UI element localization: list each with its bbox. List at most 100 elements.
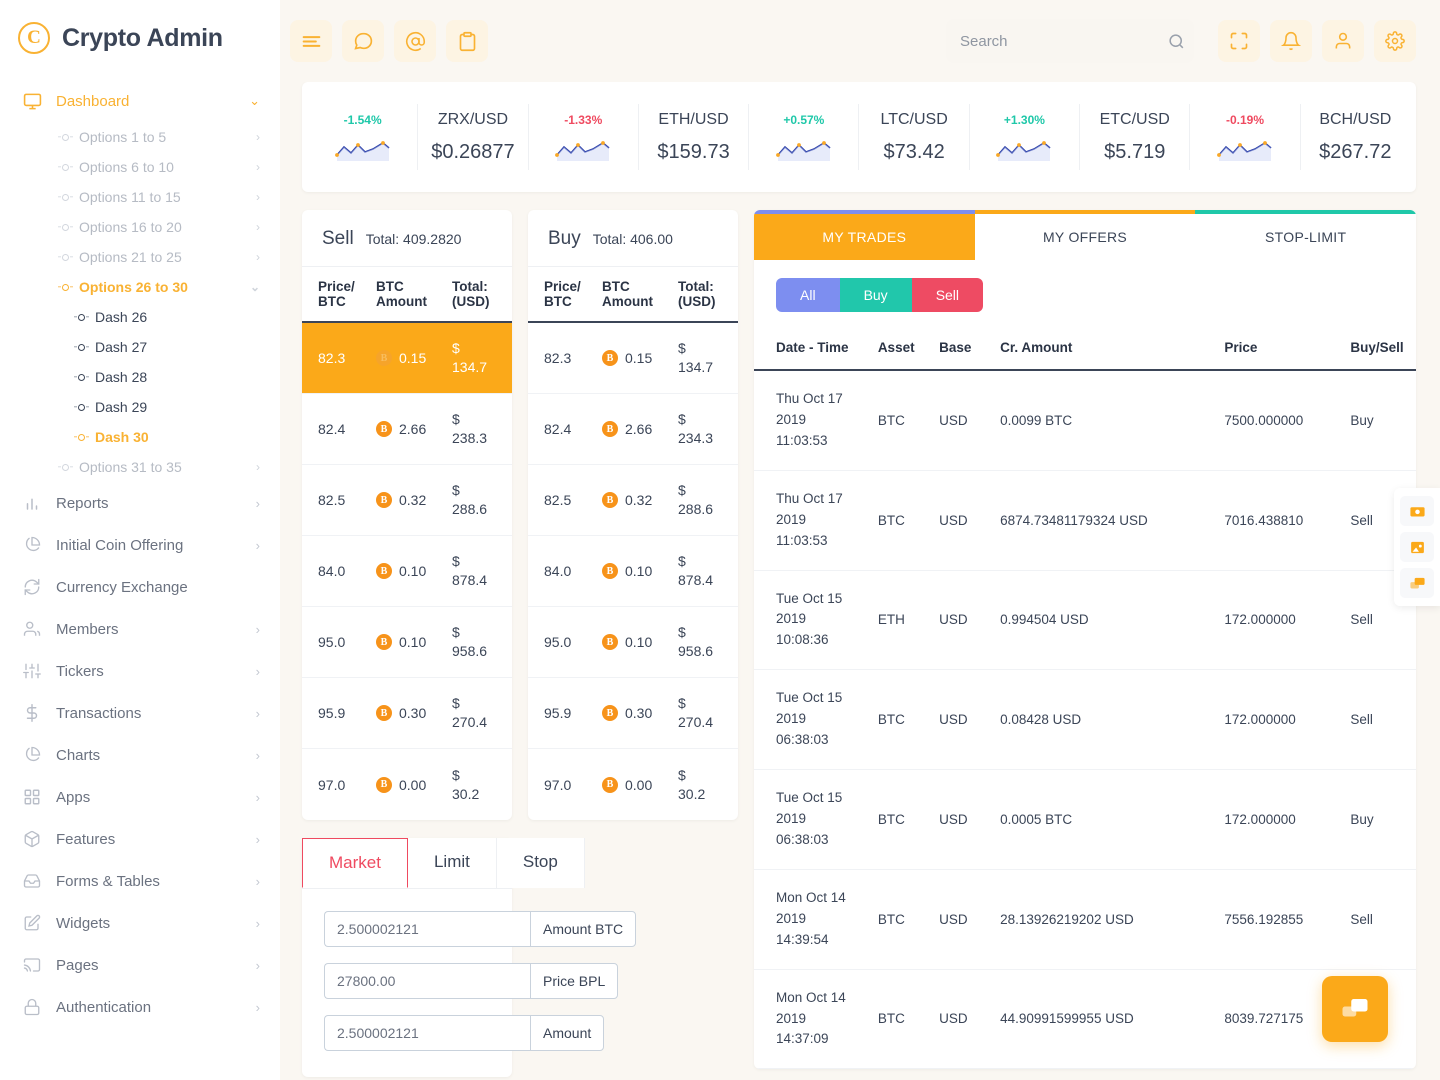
filter-button-buy[interactable]: Buy [839, 278, 912, 312]
chat-fab-button[interactable] [1322, 976, 1388, 1042]
bell-icon[interactable] [1270, 20, 1312, 62]
sidebar-item-options-1[interactable]: Options 1 to 5 › [0, 122, 280, 152]
sidebar-item-apps[interactable]: Apps › [0, 776, 280, 818]
sidebar-item-reports[interactable]: Reports › [0, 482, 280, 524]
trades-tab-my-offers[interactable]: MY OFFERS [975, 214, 1196, 260]
sidebar-item-dash-27[interactable]: Dash 27 [0, 332, 280, 362]
orderbook-row[interactable]: 82.4 B 2.66 $234.3 [528, 394, 738, 465]
trades-table-body: Thu Oct 17 2019 11:03:53 BTC USD 0.0099 BTC 75… [754, 370, 1416, 1070]
sidebar-item-dash-28[interactable]: Dash 28 [0, 362, 280, 392]
orderbook-row[interactable]: 95.9 B 0.30 $270.4 [528, 678, 738, 749]
search-icon[interactable] [1167, 32, 1186, 51]
table-row[interactable]: Thu Oct 17 2019 11:03:53 BTC USD 0.0099 BTC 75… [754, 370, 1416, 471]
bullet-icon [62, 253, 69, 261]
sidebar-item-pages[interactable]: Pages › [0, 944, 280, 986]
order-tab-limit[interactable]: Limit [407, 838, 497, 888]
ticker-percent: +1.30% [1003, 113, 1045, 127]
brand[interactable]: C Crypto Admin [0, 0, 280, 72]
table-row[interactable]: Tue Oct 15 2019 06:38:03 BTC USD 0.0005 BTC 17… [754, 769, 1416, 870]
filter-button-all[interactable]: All [776, 278, 840, 312]
sidebar-item-authentication[interactable]: Authentication › [0, 986, 280, 1028]
sidebar-item-options-26-30[interactable]: Options 26 to 30 ⌄ [0, 272, 280, 302]
sidebar-item-initial-coin-offering[interactable]: Initial Coin Offering › [0, 524, 280, 566]
trades-tab-my-trades[interactable]: MY TRADES [754, 214, 975, 260]
table-row[interactable]: Mon Oct 14 2019 14:39:54 BTC USD 28.139262192… [754, 869, 1416, 970]
sparkline-icon [1217, 141, 1272, 161]
order-input-1[interactable] [324, 963, 530, 999]
orderbook-row[interactable]: 82.5 B 0.32 $288.6 [302, 465, 512, 536]
sidebar-item-dash-29[interactable]: Dash 29 [0, 392, 280, 422]
orderbook-row[interactable]: 82.5 B 0.32 $288.6 [528, 465, 738, 536]
camera-icon[interactable] [1400, 496, 1434, 526]
table-row[interactable]: Tue Oct 15 2019 06:38:03 BTC USD 0.08428 USD 1… [754, 669, 1416, 771]
cell-amount: 0.08428 USD [994, 669, 1219, 771]
fullscreen-icon[interactable] [1218, 20, 1260, 62]
bullet-icon [62, 193, 69, 201]
row-total: $270.4 [452, 695, 488, 730]
orderbook-row[interactable]: 95.0 B 0.10 $958.6 [302, 607, 512, 678]
clipboard-icon[interactable] [446, 20, 488, 62]
orderbook-row[interactable]: 95.9 B 0.30 $270.4 [302, 678, 512, 749]
row-price: 82.3 [544, 350, 572, 366]
sidebar-item-forms-tables[interactable]: Forms & Tables › [0, 860, 280, 902]
search-input[interactable] [960, 32, 1159, 50]
cell-side: Buy [1344, 769, 1416, 870]
trades-column: MY TRADES MY OFFERS STOP-LIMIT All Buy Sell … [754, 210, 1416, 1077]
sidebar-item-dashboard[interactable]: Dashboard ⌄ [0, 80, 280, 122]
row-amount-value: 0.10 [399, 634, 427, 650]
app-root: C Crypto Admin Dashboard ⌄ Options 1 to … [0, 0, 1440, 1080]
sidebar-item-tickers[interactable]: Tickers › [0, 650, 280, 692]
cell-date: Mon Oct 14 2019 14:39:54 [754, 869, 872, 970]
search-box[interactable] [946, 19, 1194, 63]
mention-at-icon[interactable] [394, 20, 436, 62]
col-header-amount: BTC Amount [602, 279, 653, 309]
sidebar-item-options-5[interactable]: Options 21 to 25 › [0, 242, 280, 272]
sidebar-item-options-4[interactable]: Options 16 to 20 › [0, 212, 280, 242]
hamburger-menu-icon[interactable] [290, 20, 332, 62]
table-row[interactable]: Tue Oct 15 2019 10:08:36 ETH USD 0.994504 USD… [754, 570, 1416, 671]
orderbook-row[interactable]: 82.3 B 0.15 $134.7 [302, 323, 512, 394]
trades-tab-stop-limit[interactable]: STOP-LIMIT [1195, 214, 1416, 260]
filter-button-sell[interactable]: Sell [911, 278, 984, 312]
sidebar-subitem-label: Options 6 to 10 [79, 159, 174, 175]
order-input-0[interactable] [324, 911, 530, 947]
bitcoin-icon: B [602, 492, 618, 508]
sidebar-item-dash-30[interactable]: Dash 30 [0, 422, 280, 452]
ticker-pair-name: ETC/USD [1099, 110, 1170, 128]
bitcoin-icon: B [376, 634, 392, 650]
sidebar-item-members[interactable]: Members › [0, 608, 280, 650]
order-input-2[interactable] [324, 1015, 530, 1051]
sidebar-item-label: Widgets [56, 914, 111, 932]
orderbook-row[interactable]: 84.0 B 0.10 $878.4 [302, 536, 512, 607]
sidebar-item-options-2[interactable]: Options 6 to 10 › [0, 152, 280, 182]
table-row[interactable]: Thu Oct 17 2019 11:03:53 BTC USD 6874.7348117… [754, 470, 1416, 571]
sidebar-item-transactions[interactable]: Transactions › [0, 692, 280, 734]
sidebar-item-features[interactable]: Features › [0, 818, 280, 860]
sidebar-item-options-3[interactable]: Options 11 to 15 › [0, 182, 280, 212]
table-row[interactable]: Mon Oct 14 2019 14:37:09 BTC USD 44.909915999… [754, 969, 1416, 1070]
order-tab-market[interactable]: Market [302, 838, 408, 888]
sidebar-item-currency-exchange[interactable]: Currency Exchange [0, 566, 280, 608]
sidebar-item-label: Dashboard [56, 92, 130, 110]
image-icon[interactable] [1400, 532, 1434, 562]
orderbook-row[interactable]: 95.0 B 0.10 $958.6 [528, 607, 738, 678]
row-amount: B 0.32 [602, 492, 678, 508]
orderbook-row[interactable]: 82.4 B 2.66 $238.3 [302, 394, 512, 465]
orderbook-row[interactable]: 97.0 B 0.00 $30.2 [302, 749, 512, 820]
chevron-right-icon: › [255, 705, 260, 721]
sidebar-item-dash-26[interactable]: Dash 26 [0, 302, 280, 332]
cell-base: USD [933, 969, 995, 1070]
gear-icon[interactable] [1374, 20, 1416, 62]
user-icon[interactable] [1322, 20, 1364, 62]
chat-bubble-icon[interactable] [342, 20, 384, 62]
orderbook-row[interactable]: 97.0 B 0.00 $30.2 [528, 749, 738, 820]
orderbook-row[interactable]: 82.3 B 0.15 $134.7 [528, 323, 738, 394]
sidebar-subitem-label: Options 31 to 35 [79, 459, 182, 475]
ticker-pair-1: ETH/USD $159.73 [639, 104, 750, 170]
orderbook-row[interactable]: 84.0 B 0.10 $878.4 [528, 536, 738, 607]
sidebar-item-charts[interactable]: Charts › [0, 734, 280, 776]
chat-icon[interactable] [1400, 568, 1434, 598]
sidebar-item-widgets[interactable]: Widgets › [0, 902, 280, 944]
row-amount: B 0.32 [376, 492, 452, 508]
sidebar-item-options-31-35[interactable]: Options 31 to 35 › [0, 452, 280, 482]
